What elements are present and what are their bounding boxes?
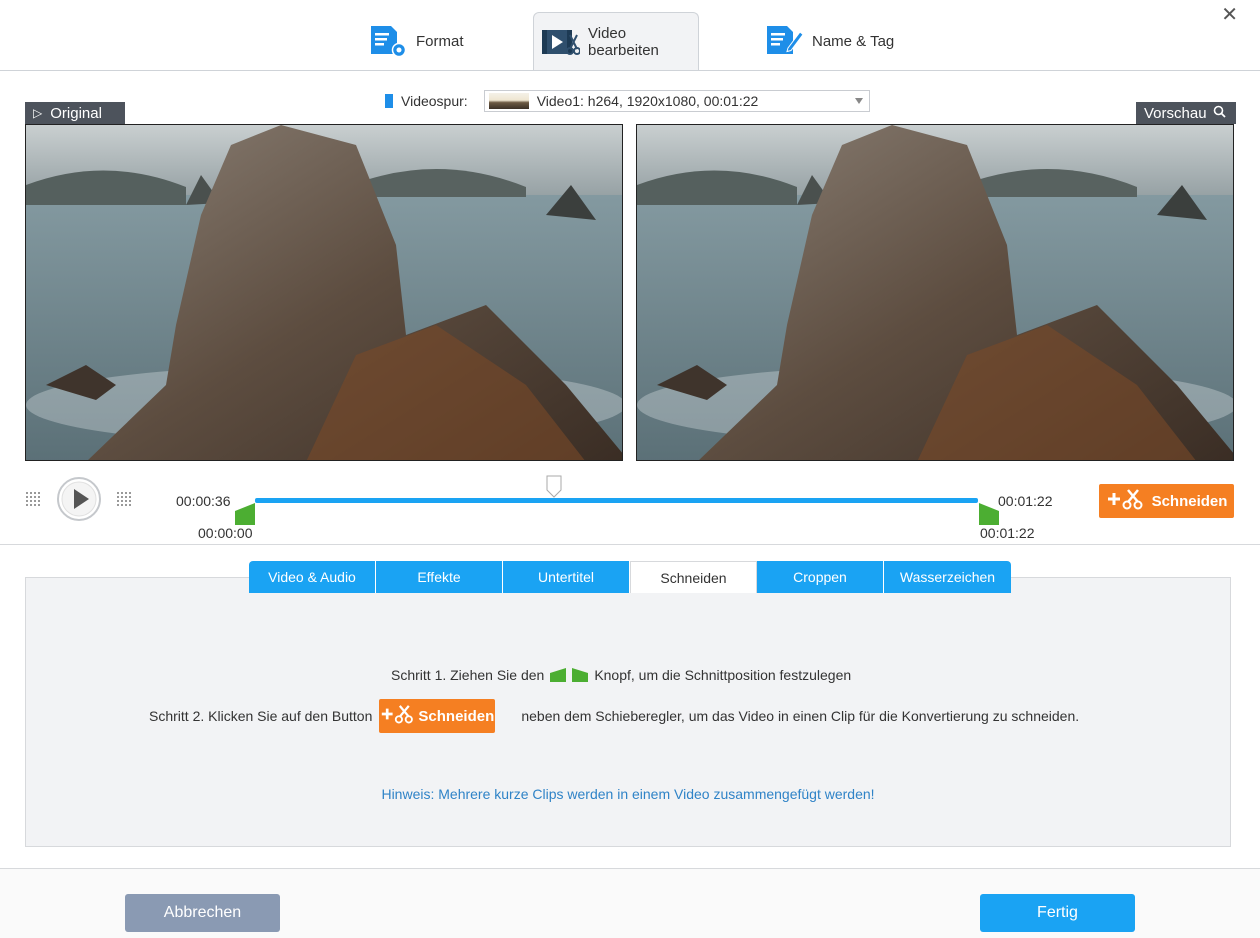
video-track-value: Video1: h264, 1920x1080, 00:01:22: [536, 93, 759, 109]
divider: [0, 544, 1260, 545]
timeline-track[interactable]: [255, 498, 978, 503]
tab-video-edit-label: Video bearbeiten: [588, 24, 659, 59]
playhead-marker[interactable]: [545, 475, 563, 504]
tab-name-tag[interactable]: Name & Tag: [764, 12, 894, 70]
hint-text: Hinweis: Mehrere kurze Clips werden in e…: [381, 786, 875, 802]
original-video-frame: [25, 124, 623, 461]
start-cut-handle[interactable]: [235, 503, 255, 530]
tab-effects[interactable]: Effekte: [376, 561, 503, 593]
video-track-select[interactable]: Video1: h264, 1920x1080, 00:01:22: [483, 90, 870, 112]
step-1-text-post: Knopf, um die Schnittposition festzulege…: [594, 667, 852, 683]
add-scissors-icon: [380, 703, 416, 729]
frame-forward-icon[interactable]: [116, 491, 134, 514]
end-time-top: 00:01:22: [998, 493, 1053, 509]
name-tag-edit-icon: [764, 23, 804, 59]
done-button[interactable]: Fertig: [980, 894, 1135, 932]
end-cut-handle[interactable]: [979, 503, 999, 530]
step-2-text-post: neben dem Schieberegler, um das Video in…: [521, 708, 1080, 724]
chevron-down-icon: [854, 98, 863, 104]
inline-cut-button-label: Schneiden: [418, 707, 495, 725]
tab-subtitles[interactable]: Untertitel: [503, 561, 630, 593]
tab-watermark[interactable]: Wasserzeichen: [884, 561, 1011, 593]
tab-video-audio[interactable]: Video & Audio: [249, 561, 376, 593]
tab-crop[interactable]: Croppen: [757, 561, 884, 593]
cancel-button[interactable]: Abbrechen: [125, 894, 280, 932]
video-track-label: Videospur:: [401, 93, 468, 109]
inline-cut-button: Schneiden: [379, 699, 496, 733]
video-edit-icon: [540, 24, 580, 60]
current-time: 00:00:36: [176, 493, 231, 509]
search-icon: [1213, 105, 1226, 122]
preview-label-tab[interactable]: Vorschau: [1136, 102, 1236, 124]
play-button[interactable]: [56, 476, 102, 527]
tab-cut[interactable]: Schneiden: [630, 561, 757, 593]
green-handles-icon: [550, 668, 589, 682]
original-label: Original: [50, 104, 102, 122]
cut-button-label: Schneiden: [1151, 492, 1228, 510]
step-1: Schritt 1. Ziehen Sie den Knopf, um die …: [391, 667, 851, 683]
close-icon[interactable]: ✕: [1221, 2, 1238, 27]
edit-sub-tabs: Video & Audio Effekte Untertitel Schneid…: [249, 561, 1011, 593]
step-2: Schritt 2. Klicken Sie auf den Button Sc…: [149, 699, 1079, 733]
cut-button[interactable]: Schneiden: [1099, 484, 1234, 518]
video-track-row: Videospur: Video1: h264, 1920x1080, 00:0…: [385, 90, 870, 112]
add-scissors-icon: [1106, 487, 1146, 515]
step-1-text-pre: Schritt 1. Ziehen Sie den: [391, 667, 545, 683]
format-settings-icon: [368, 23, 408, 59]
play-outline-icon: ▷: [33, 106, 43, 120]
step-2-text-pre: Schritt 2. Klicken Sie auf den Button: [149, 708, 373, 724]
preview-video-frame: [636, 124, 1234, 461]
tab-name-tag-label: Name & Tag: [812, 32, 895, 50]
frame-back-icon[interactable]: [25, 491, 43, 514]
tab-format[interactable]: Format: [368, 12, 464, 70]
tab-format-label: Format: [416, 32, 464, 50]
original-label-tab: ▷ Original: [25, 102, 125, 124]
preview-label: Vorschau: [1144, 104, 1207, 122]
top-tab-bar: Format Video bearbeiten Name & Tag ✕: [0, 0, 1260, 71]
video-track-thumbnail: [488, 93, 529, 109]
tab-video-edit[interactable]: Video bearbeiten: [533, 12, 699, 70]
video-track-icon: [385, 94, 393, 108]
